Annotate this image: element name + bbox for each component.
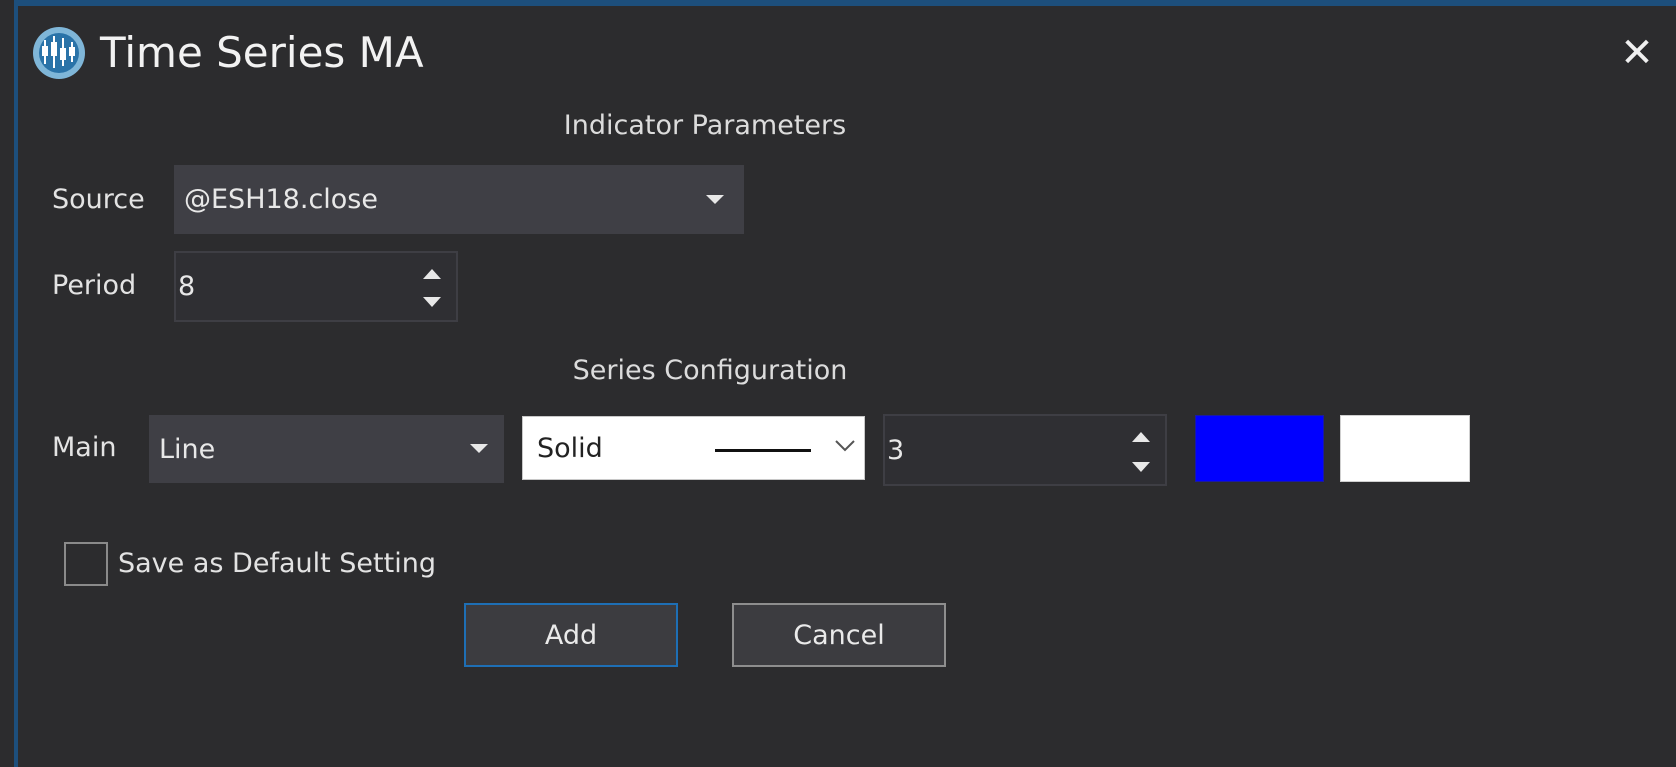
line-style-value: Solid — [537, 432, 603, 464]
spin-down-icon[interactable] — [1132, 462, 1150, 472]
spin-down-icon[interactable] — [423, 297, 441, 307]
period-value: 8 — [178, 271, 196, 302]
secondary-color-swatch[interactable] — [1340, 415, 1470, 482]
line-style-sample — [715, 449, 811, 452]
main-series-label: Main — [52, 432, 117, 463]
chevron-down-icon — [706, 195, 724, 204]
source-value: @ESH18.close — [184, 184, 378, 215]
save-default-label: Save as Default Setting — [118, 548, 436, 579]
cancel-button[interactable]: Cancel — [732, 603, 946, 667]
source-label: Source — [52, 184, 145, 215]
line-width-value: 3 — [887, 434, 905, 466]
chevron-down-icon — [835, 440, 855, 452]
line-width-stepper[interactable]: 3 — [883, 414, 1167, 486]
plot-type-value: Line — [159, 433, 216, 465]
indicator-parameters-heading: Indicator Parameters — [563, 110, 847, 141]
add-button[interactable]: Add — [464, 603, 678, 667]
candlestick-chart-icon — [33, 27, 85, 79]
period-stepper[interactable]: 8 — [174, 251, 458, 322]
series-configuration-heading: Series Configuration — [572, 355, 848, 386]
source-dropdown[interactable]: @ESH18.close — [174, 165, 744, 234]
period-label: Period — [52, 270, 137, 301]
series-color-swatch[interactable] — [1195, 415, 1324, 482]
window-title: Time Series MA — [100, 28, 424, 77]
chevron-down-icon — [470, 444, 488, 453]
window-border-top — [14, 0, 1676, 6]
line-style-dropdown[interactable]: Solid — [522, 416, 865, 480]
spin-up-icon[interactable] — [423, 269, 441, 279]
save-default-checkbox[interactable] — [64, 542, 108, 586]
plot-type-dropdown[interactable]: Line — [149, 415, 504, 483]
spin-up-icon[interactable] — [1132, 432, 1150, 442]
window-border-left — [14, 0, 18, 767]
close-icon[interactable]: ✕ — [1612, 28, 1662, 78]
